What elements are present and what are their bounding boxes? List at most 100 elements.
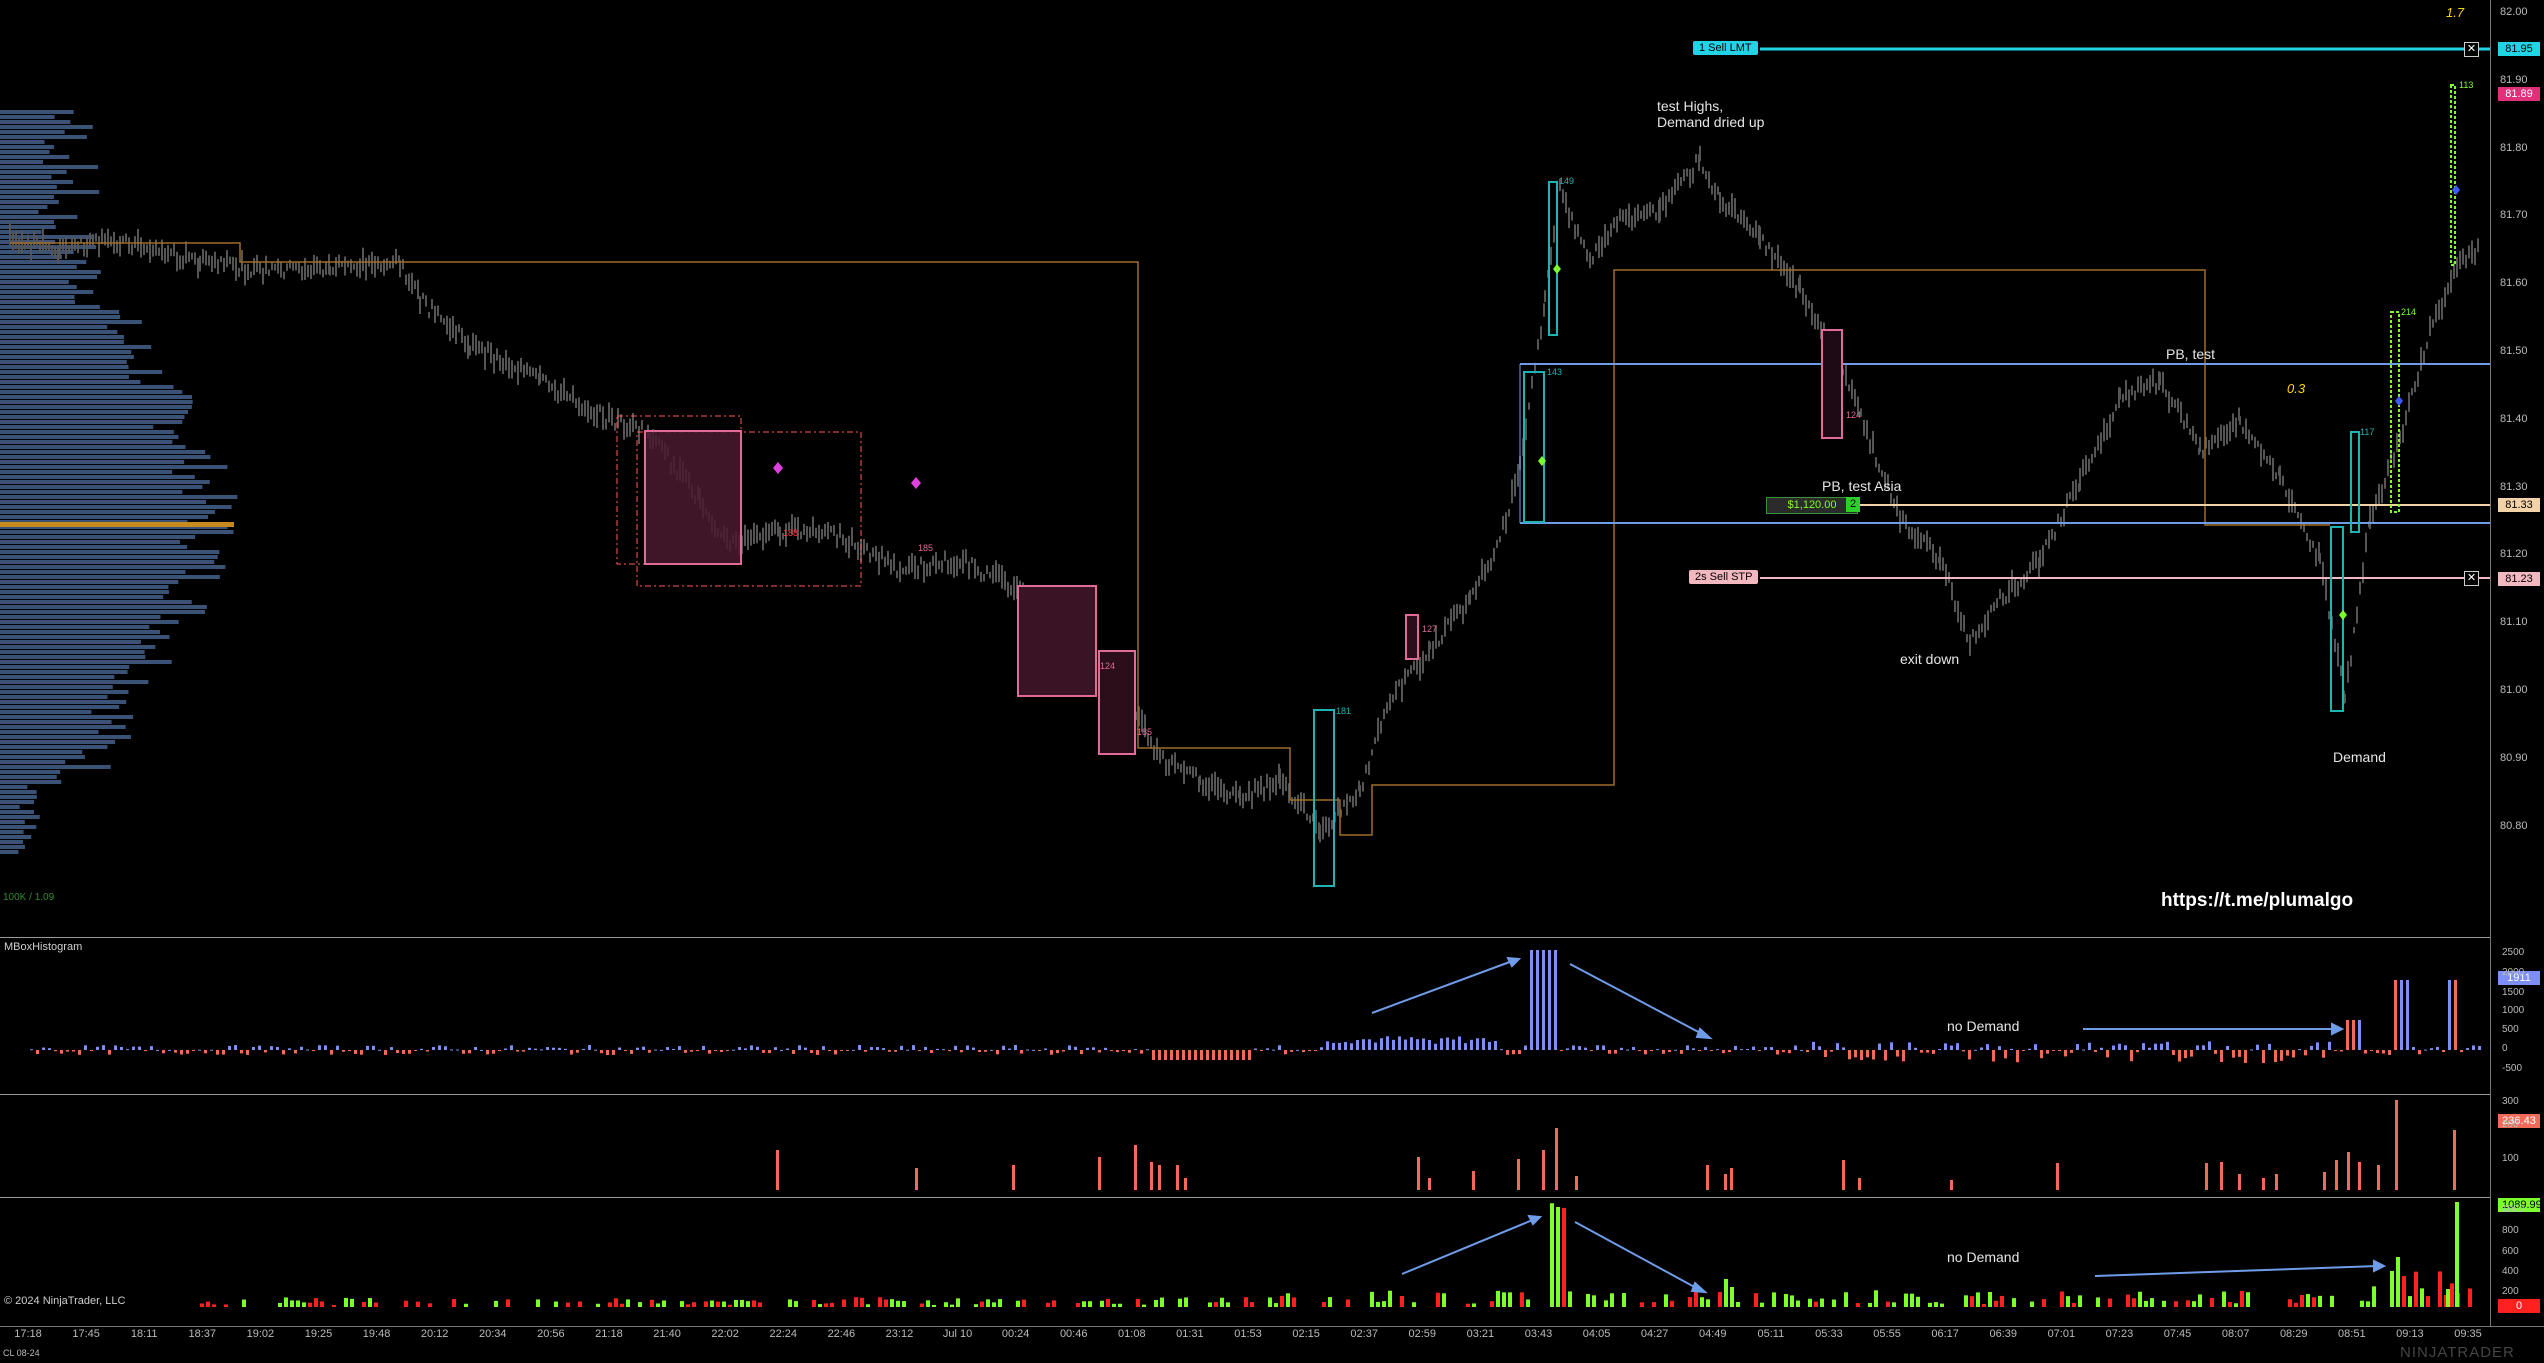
panel-separator — [0, 1197, 2490, 1198]
histogram-bar — [1536, 950, 1539, 1050]
time-axis-label: 19:02 — [246, 1328, 275, 1340]
histogram-bar — [282, 1050, 285, 1055]
histogram-bar — [1350, 1043, 1353, 1050]
delta-bar — [854, 1297, 858, 1307]
box-label: 117 — [2360, 427, 2375, 437]
delta-bar — [200, 1303, 204, 1307]
histogram-bar — [1158, 1050, 1161, 1060]
close-order-button[interactable]: ✕ — [2464, 42, 2479, 57]
histogram-bar — [1398, 1036, 1401, 1050]
histogram-bar — [888, 1050, 891, 1052]
histogram-bar — [1686, 1045, 1689, 1050]
histogram-bar — [2412, 1047, 2415, 1050]
position-price-tag: 81.33 — [2498, 498, 2540, 512]
histogram-bar — [60, 1050, 63, 1054]
delta-bar — [242, 1299, 246, 1307]
volume-bar — [2238, 1174, 2241, 1190]
profile-bar — [0, 735, 131, 739]
histogram-bar — [1932, 1050, 1935, 1054]
histogram-bar — [2376, 1050, 2379, 1054]
profile-bar — [0, 815, 40, 819]
histogram-bar — [1242, 1050, 1245, 1060]
close-order-button[interactable]: ✕ — [2464, 571, 2479, 586]
delta-bar — [290, 1300, 294, 1307]
profile-bar — [0, 565, 226, 569]
histogram-bar — [2202, 1045, 2205, 1050]
histogram-bar — [1248, 1050, 1251, 1060]
delta-bar — [1208, 1302, 1212, 1307]
histogram-bar — [384, 1050, 387, 1055]
histogram-bar — [72, 1050, 75, 1052]
histogram-bar — [2232, 1050, 2235, 1058]
volume-bar — [1150, 1162, 1153, 1190]
profile-bar — [0, 620, 179, 624]
delta-bar — [650, 1299, 654, 1307]
delta-bar — [1772, 1292, 1776, 1307]
profile-bar — [0, 355, 134, 359]
histogram-bar — [2352, 1020, 2355, 1050]
histogram-bar — [750, 1045, 753, 1050]
profile-bar — [0, 300, 75, 304]
delta-bar — [2162, 1300, 2166, 1307]
sell-lmt-order-tag[interactable]: 1 Sell LMT — [1693, 41, 1758, 55]
histogram-bar — [2142, 1043, 2145, 1050]
delta-bar — [842, 1299, 846, 1307]
annotation-pb-test: PB, test — [2166, 346, 2216, 362]
delta-bar — [1496, 1290, 1500, 1307]
histogram-bar — [564, 1048, 567, 1050]
histogram-bar — [2262, 1050, 2265, 1064]
profile-bar — [0, 510, 215, 514]
profile-bar — [0, 805, 20, 809]
histogram-bar — [582, 1048, 585, 1050]
delta-bar — [374, 1302, 378, 1307]
histogram-bar — [900, 1045, 903, 1050]
histogram-bar — [2178, 1050, 2181, 1062]
delta-bar — [1724, 1279, 1728, 1307]
histogram-bar — [336, 1045, 339, 1050]
profile-bar — [0, 585, 169, 589]
delta-bar — [2426, 1296, 2430, 1307]
delta-bar — [2408, 1296, 2412, 1307]
histogram-bar — [1218, 1050, 1221, 1060]
profile-bar — [0, 825, 37, 829]
histogram-bar — [1458, 1036, 1461, 1050]
histogram-bar — [1692, 1048, 1695, 1050]
histogram-bar — [588, 1045, 591, 1050]
demand-box — [2450, 84, 2456, 266]
delta-bar — [1832, 1299, 1836, 1307]
position-pnl[interactable]: $1,120.00 — [1766, 497, 1858, 514]
histogram-bar — [1608, 1050, 1611, 1054]
histogram-bar — [828, 1050, 831, 1051]
sell-stp-order-tag[interactable]: 2s Sell STP — [1689, 570, 1759, 584]
histogram-bar — [354, 1050, 357, 1054]
time-axis-label: 02:15 — [1292, 1328, 1320, 1340]
histogram-bar — [1560, 1050, 1563, 1051]
profile-bar — [0, 365, 129, 369]
profile-bar — [0, 130, 65, 134]
chart-canvas[interactable] — [0, 0, 2544, 1363]
delta-bar — [2446, 1289, 2450, 1307]
time-axis-label: 07:01 — [2047, 1328, 2076, 1340]
histogram-bar — [756, 1046, 759, 1050]
histogram-bar — [1716, 1049, 1719, 1051]
profile-bar — [0, 535, 196, 539]
delta-bar — [1982, 1303, 1986, 1307]
histogram-bar — [1488, 1041, 1491, 1050]
histogram-bar — [180, 1050, 183, 1055]
demand-box — [2350, 431, 2360, 533]
histogram-bar — [624, 1050, 627, 1051]
histogram-bar — [1200, 1050, 1203, 1060]
profile-bar — [0, 780, 62, 784]
markers — [773, 185, 2460, 620]
box-label: 185 — [1137, 727, 1153, 737]
histogram-bar — [2340, 1050, 2343, 1052]
histogram-bar — [774, 1047, 777, 1050]
histogram-bar — [390, 1047, 393, 1050]
profile-bar — [0, 675, 115, 679]
histogram-bar — [1428, 1040, 1431, 1050]
delta-bar — [2000, 1295, 2004, 1307]
position-qty[interactable]: 2 — [1846, 497, 1860, 512]
profile-bar — [0, 405, 192, 409]
bottom-axis-label: 200 — [2502, 1286, 2519, 1297]
histogram-bar — [1938, 1049, 1941, 1051]
